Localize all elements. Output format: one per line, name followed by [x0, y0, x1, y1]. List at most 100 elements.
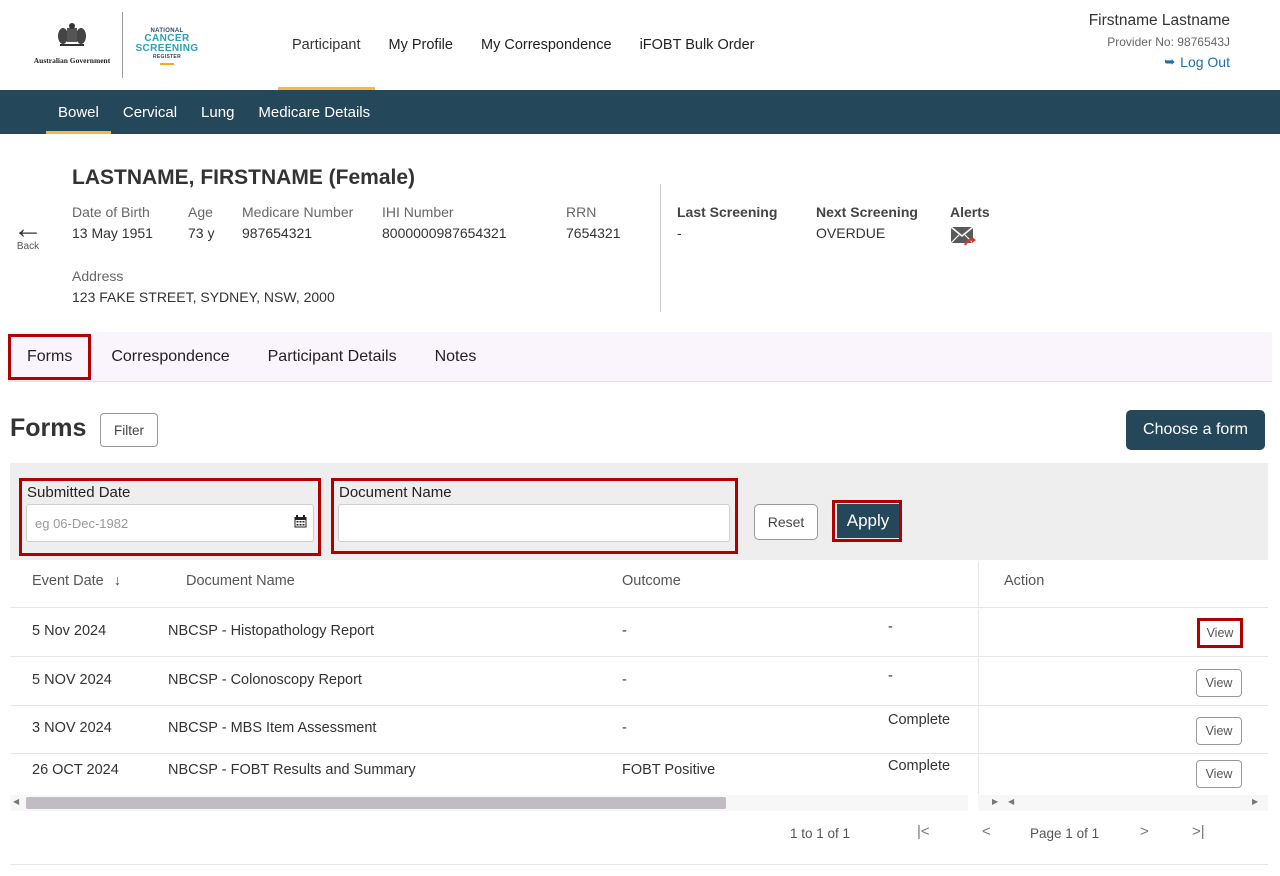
- mail-alert-icon[interactable]: [950, 225, 976, 247]
- scrollbar-thumb[interactable]: [26, 797, 726, 809]
- scroll-left-icon[interactable]: ◀: [1008, 797, 1014, 806]
- row-outcome: -: [622, 672, 627, 688]
- filter-button[interactable]: Filter: [100, 413, 158, 447]
- nav-my-correspondence[interactable]: My Correspondence: [467, 0, 626, 90]
- dob-value: 13 May 1951: [72, 225, 153, 241]
- rrn-label: RRN: [566, 204, 597, 220]
- row-status: -: [888, 668, 893, 684]
- summary-divider: [660, 184, 661, 312]
- dob-field: Date of Birth 13 May 1951: [72, 204, 153, 241]
- nav-participant[interactable]: Participant: [278, 0, 375, 90]
- apply-button[interactable]: Apply: [837, 504, 899, 538]
- document-name-input[interactable]: [338, 504, 730, 542]
- action-column-scrollbar[interactable]: ▶ ◀ ▶: [978, 795, 1268, 811]
- page-number: 1: [1065, 826, 1073, 841]
- first-page-icon[interactable]: |<: [917, 823, 930, 840]
- coat-of-arms-icon: [58, 23, 86, 46]
- horizontal-scrollbar[interactable]: ◀: [10, 795, 968, 811]
- rrn-field: RRN 7654321: [566, 204, 621, 241]
- australian-government-logo: Australian Government: [28, 22, 116, 70]
- submitted-date-label: Submitted Date: [27, 484, 131, 501]
- medicare-value: 987654321: [242, 225, 313, 241]
- th-event-date[interactable]: Event Date ↓: [32, 573, 121, 589]
- view-button[interactable]: View: [1196, 760, 1242, 788]
- calendar-icon[interactable]: [294, 515, 307, 528]
- page-word: Page: [1030, 826, 1062, 841]
- top-header: Australian Government NATIONAL CANCER SC…: [0, 0, 1280, 90]
- address-label: Address: [72, 268, 124, 284]
- row-date: 26 OCT 2024: [32, 762, 119, 778]
- next-screening-field: Next Screening OVERDUE: [816, 204, 918, 241]
- nav-ifobt-bulk-order[interactable]: iFOBT Bulk Order: [626, 0, 769, 90]
- row-document: NBCSP - FOBT Results and Summary: [168, 762, 416, 778]
- action-column-divider: [978, 748, 979, 794]
- action-column-divider: [978, 658, 979, 705]
- scroll-right-icon[interactable]: ▶: [1252, 797, 1258, 806]
- user-name: Firstname Lastname: [1088, 12, 1230, 29]
- table-row: 5 NOV 2024 NBCSP - Colonoscopy Report - …: [10, 658, 1268, 706]
- th-document-name[interactable]: Document Name: [186, 573, 295, 589]
- reset-button[interactable]: Reset: [754, 504, 818, 540]
- tab-participant-details[interactable]: Participant Details: [250, 334, 415, 380]
- subnav-bowel[interactable]: Bowel: [46, 90, 111, 134]
- next-page-icon[interactable]: >: [1140, 823, 1149, 840]
- th-outcome[interactable]: Outcome: [622, 573, 681, 589]
- row-outcome: -: [622, 623, 627, 639]
- view-button[interactable]: View: [1196, 717, 1242, 745]
- rrn-value: 7654321: [566, 225, 621, 241]
- participant-name: LASTNAME, FIRSTNAME (Female): [72, 166, 416, 189]
- table-row: 26 OCT 2024 NBCSP - FOBT Results and Sum…: [10, 748, 1268, 794]
- view-button[interactable]: View: [1197, 618, 1243, 648]
- sub-nav: Bowel Cervical Lung Medicare Details: [0, 90, 1280, 134]
- row-date: 5 NOV 2024: [32, 672, 112, 688]
- age-field: Age 73 y: [188, 204, 214, 241]
- age-value: 73 y: [188, 225, 215, 241]
- last-page-icon[interactable]: >|: [1192, 823, 1205, 840]
- logout-link[interactable]: ➥ Log Out: [1164, 54, 1230, 70]
- submitted-date-input[interactable]: eg 06-Dec-1982: [26, 504, 314, 542]
- next-screening-label: Next Screening: [816, 204, 918, 220]
- age-label: Age: [188, 204, 213, 220]
- next-screening-value: OVERDUE: [816, 225, 886, 241]
- row-status: Complete: [888, 712, 951, 728]
- subnav-medicare-details[interactable]: Medicare Details: [246, 90, 382, 134]
- row-date: 5 Nov 2024: [32, 623, 107, 639]
- scroll-right-icon[interactable]: ▶: [992, 797, 998, 806]
- table-row: 5 Nov 2024 NBCSP - Histopathology Report…: [10, 609, 1268, 657]
- ihi-label: IHI Number: [382, 204, 454, 220]
- view-button[interactable]: View: [1196, 669, 1242, 697]
- tab-forms[interactable]: Forms: [8, 333, 92, 380]
- choose-form-button[interactable]: Choose a form: [1126, 410, 1265, 450]
- sort-down-icon: ↓: [113, 573, 122, 589]
- last-screening-value: -: [677, 225, 682, 241]
- logo-divider: [122, 12, 123, 78]
- tab-correspondence[interactable]: Correspondence: [93, 334, 247, 380]
- row-status: Complete: [888, 758, 951, 774]
- address-value: 123 FAKE STREET, SYDNEY, NSW, 2000: [72, 289, 335, 305]
- row-outcome: -: [622, 720, 627, 736]
- provider-number: Provider No: 9876543J: [1107, 35, 1230, 49]
- row-document: NBCSP - MBS Item Assessment: [168, 720, 377, 736]
- th-action: Action: [1004, 573, 1045, 589]
- subnav-lung[interactable]: Lung: [189, 90, 246, 134]
- ncsr-line3: REGISTER: [153, 54, 181, 60]
- page-total: 1: [1091, 826, 1100, 841]
- gov-text: Australian Government: [33, 56, 111, 65]
- row-document: NBCSP - Histopathology Report: [168, 623, 375, 639]
- address-field: Address 123 FAKE STREET, SYDNEY, NSW, 20…: [72, 268, 335, 305]
- back-button[interactable]: ← Back: [8, 214, 48, 256]
- prev-page-icon[interactable]: <: [982, 823, 991, 840]
- alerts-label: Alerts: [950, 204, 990, 220]
- tab-notes[interactable]: Notes: [417, 334, 495, 380]
- ihi-field: IHI Number 8000000987654321: [382, 204, 507, 241]
- scroll-left-icon[interactable]: ◀: [13, 797, 19, 806]
- row-outcome: FOBT Positive: [622, 762, 716, 778]
- nav-my-profile[interactable]: My Profile: [375, 0, 467, 90]
- row-status: -: [888, 619, 893, 635]
- table-row: 3 NOV 2024 NBCSP - MBS Item Assessment -…: [10, 706, 1268, 754]
- participant-tabs: Forms Correspondence Participant Details…: [8, 332, 1272, 382]
- row-document: NBCSP - Colonoscopy Report: [168, 672, 362, 688]
- user-box: Firstname Lastname Provider No: 9876543J…: [1089, 12, 1230, 71]
- ncsr-line2b: SCREENING: [135, 43, 199, 54]
- subnav-cervical[interactable]: Cervical: [111, 90, 189, 134]
